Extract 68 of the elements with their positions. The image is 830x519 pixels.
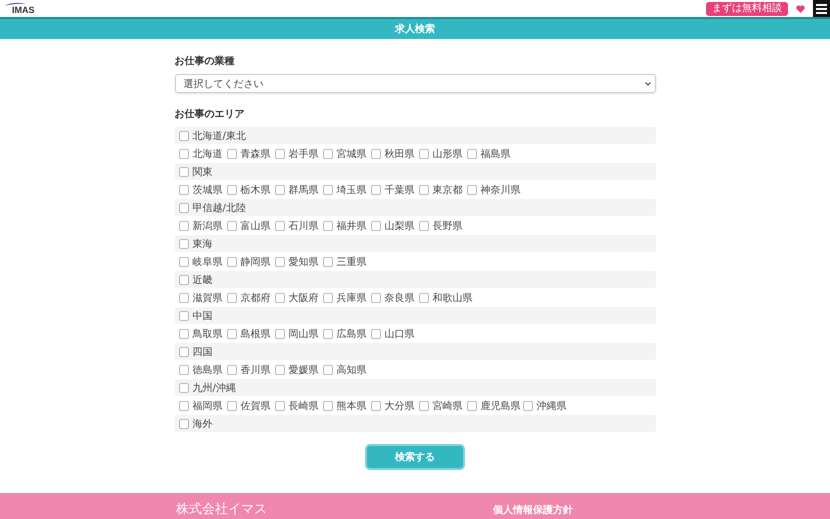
prefecture-checkbox[interactable]: 岩手県 [274, 146, 322, 160]
prefecture-checkbox[interactable]: 香川県 [226, 362, 274, 376]
menu-button[interactable] [813, 0, 830, 17]
prefecture-checkbox[interactable]: 秋田県 [370, 146, 418, 160]
prefecture-checkbox[interactable]: 福井県 [322, 218, 370, 232]
company-name: 株式会社イマス [176, 502, 267, 518]
prefecture-checkbox[interactable]: 石川県 [274, 218, 322, 232]
section-heading: お仕事のエリア [174, 108, 246, 121]
prefecture-checkbox[interactable]: 京都府 [226, 290, 274, 304]
prefecture-checkbox[interactable]: 山梨県 [370, 218, 418, 232]
prefecture-checkbox[interactable]: 新潟県 [178, 218, 226, 232]
prefecture-checkbox[interactable]: 富山県 [226, 218, 274, 232]
prefecture-checkbox[interactable]: 大阪府 [274, 290, 322, 304]
region-checkbox[interactable]: 四国 [178, 344, 212, 358]
chevron-icon [644, 82, 650, 86]
heart-icon[interactable] [796, 4, 805, 12]
region-checkbox[interactable]: 北海道/東北 [178, 128, 246, 142]
region-checkbox[interactable]: 中国 [178, 308, 212, 322]
prefecture-checkbox[interactable]: 徳島県 [178, 362, 226, 376]
prefecture-checkbox[interactable]: 島根県 [226, 326, 274, 340]
prefecture-checkbox[interactable]: 広島県 [322, 326, 370, 340]
prefecture-checkbox[interactable]: 愛媛県 [274, 362, 322, 376]
prefecture-checkbox[interactable]: 奈良県 [370, 290, 418, 304]
swoosh-icon [4, 2, 26, 7]
prefecture-checkbox[interactable]: 千葉県 [370, 182, 418, 196]
prefecture-checkbox[interactable]: 東京都 [418, 182, 466, 196]
prefecture-checkbox[interactable]: 鹿児島県 [466, 398, 522, 412]
prefecture-checkbox[interactable]: 宮城県 [322, 146, 370, 160]
region-checkbox[interactable]: 海外 [178, 416, 212, 430]
prefecture-checkbox[interactable]: 佐賀県 [226, 398, 274, 412]
prefecture-checkbox[interactable]: 福岡県 [178, 398, 226, 412]
region-checkbox[interactable]: 関東 [178, 164, 212, 178]
prefecture-checkbox[interactable]: 宮崎県 [418, 398, 466, 412]
consult-button[interactable]: まずは無料相談 [706, 2, 788, 16]
prefecture-checkbox[interactable]: 沖縄県 [522, 398, 570, 412]
prefecture-checkbox[interactable]: 北海道 [178, 146, 226, 160]
region-checkbox[interactable]: 甲信越/北陸 [178, 200, 246, 214]
prefecture-checkbox[interactable]: 岐阜県 [178, 254, 226, 268]
prefecture-checkbox[interactable]: 三重県 [322, 254, 370, 268]
region-checkbox[interactable]: 九州/沖縄 [178, 380, 236, 394]
prefecture-checkbox[interactable]: 長崎県 [274, 398, 322, 412]
menu-icon [816, 4, 827, 14]
section-heading: お仕事の業種 [174, 54, 236, 68]
prefecture-checkbox[interactable]: 山口県 [370, 326, 418, 340]
prefecture-checkbox[interactable]: 高知県 [322, 362, 370, 376]
prefecture-checkbox[interactable]: 兵庫県 [322, 290, 370, 304]
prefecture-checkbox[interactable]: 埼玉県 [322, 182, 370, 196]
prefecture-checkbox[interactable]: 和歌山県 [418, 290, 474, 304]
prefecture-checkbox[interactable]: 熊本県 [322, 398, 370, 412]
prefecture-checkbox[interactable]: 茨城県 [178, 182, 226, 196]
region-checkbox[interactable]: 近畿 [178, 272, 212, 286]
logo[interactable]: IMAS [4, 2, 34, 15]
prefecture-checkbox[interactable]: 群馬県 [274, 182, 322, 196]
region-checkbox[interactable]: 東海 [178, 236, 212, 250]
prefecture-checkbox[interactable]: 山形県 [418, 146, 466, 160]
prefecture-checkbox[interactable]: 滋賀県 [178, 290, 226, 304]
select-field[interactable]: 選択してください [174, 74, 656, 93]
prefecture-checkbox[interactable]: 岡山県 [274, 326, 322, 340]
prefecture-checkbox[interactable]: 大分県 [370, 398, 418, 412]
prefecture-checkbox[interactable]: 神奈川県 [466, 182, 522, 196]
prefecture-checkbox[interactable]: 静岡県 [226, 254, 274, 268]
prefecture-checkbox[interactable]: 鳥取県 [178, 326, 226, 340]
page-title: 求人検索 [395, 22, 435, 36]
prefecture-checkbox[interactable]: 長野県 [418, 218, 466, 232]
prefecture-checkbox[interactable]: 愛知県 [274, 254, 322, 268]
prefecture-checkbox[interactable]: 栃木県 [226, 182, 274, 196]
prefecture-checkbox[interactable]: 福島県 [466, 146, 514, 160]
prefecture-checkbox[interactable]: 青森県 [226, 146, 274, 160]
